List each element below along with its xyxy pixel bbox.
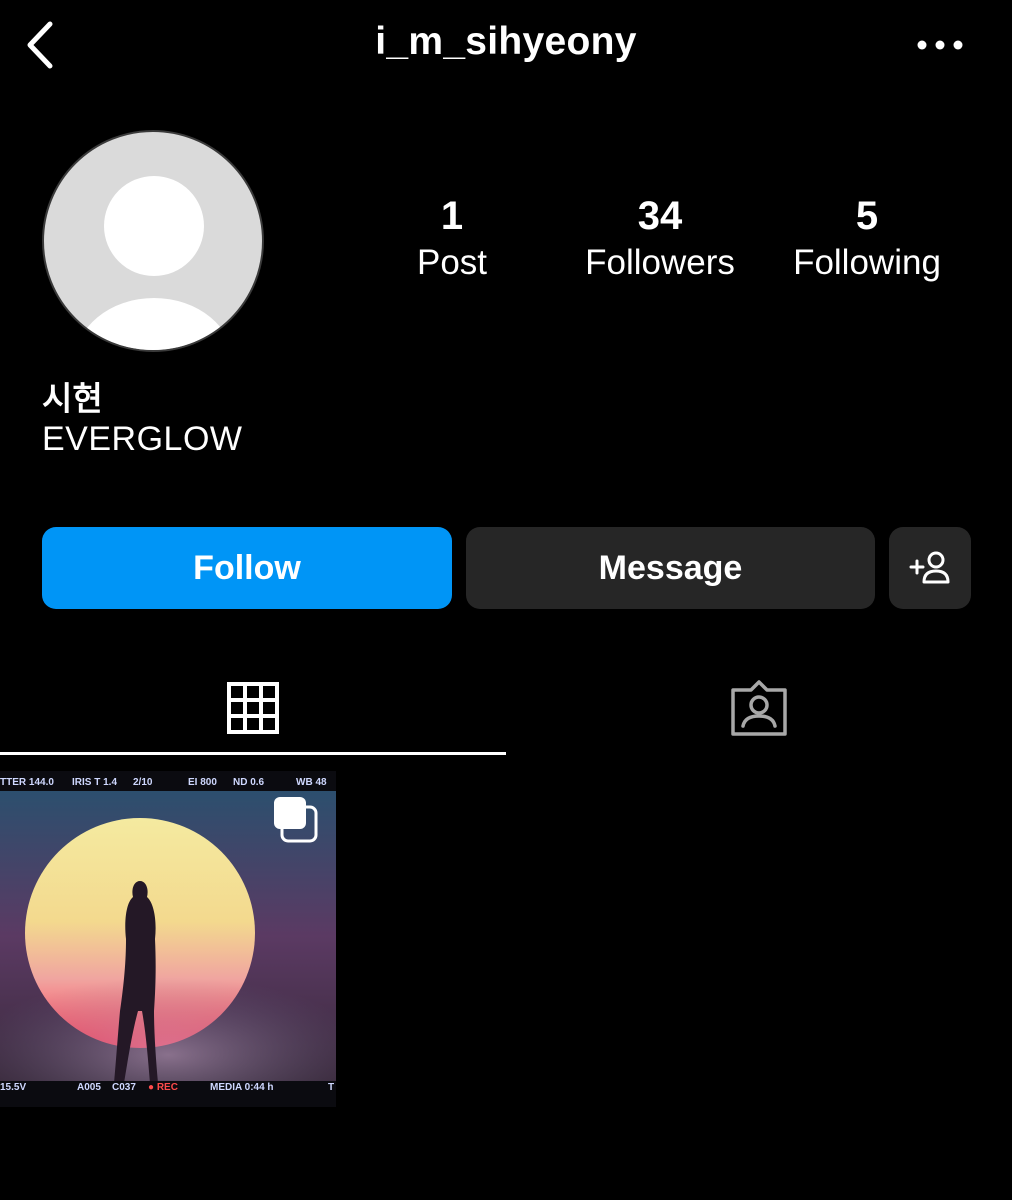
profile-username: i_m_sihyeony bbox=[375, 20, 637, 63]
tab-posts-grid[interactable] bbox=[0, 660, 506, 755]
profile-tabs bbox=[0, 660, 1012, 755]
more-horizontal-icon[interactable] bbox=[912, 30, 968, 60]
message-button[interactable]: Message bbox=[466, 527, 875, 609]
overlay-rec: ● REC bbox=[148, 1082, 178, 1093]
stat-posts-label: Post bbox=[416, 243, 488, 282]
overlay-voltage: 15.5V bbox=[0, 1082, 26, 1093]
top-bar: i_m_sihyeony bbox=[0, 0, 1012, 92]
overlay-wb: WB 48 bbox=[296, 777, 327, 788]
message-button-label: Message bbox=[598, 548, 743, 587]
grid-icon bbox=[227, 681, 279, 734]
overlay-t: T bbox=[328, 1082, 334, 1093]
stat-following-count: 5 bbox=[855, 194, 879, 238]
overlay-nd: ND 0.6 bbox=[233, 777, 265, 788]
stat-posts-count: 1 bbox=[440, 194, 464, 238]
default-avatar-icon bbox=[75, 176, 233, 350]
overlay-shutter: TTER 144.0 bbox=[0, 777, 54, 788]
tab-tagged[interactable] bbox=[506, 660, 1012, 755]
profile-bio: EVERGLOW bbox=[42, 420, 243, 458]
post-image: TTER 144.0 IRIS T 1.4 2/10 EI 800 ND 0.6… bbox=[0, 771, 336, 1107]
stat-followers-count: 34 bbox=[637, 194, 683, 238]
add-user-button[interactable] bbox=[889, 527, 971, 609]
stat-followers-label: Followers bbox=[585, 243, 735, 282]
overlay-media: MEDIA 0:44 h bbox=[210, 1082, 274, 1093]
profile-full-name: 시현 bbox=[42, 379, 103, 418]
post-thumbnail[interactable]: TTER 144.0 IRIS T 1.4 2/10 EI 800 ND 0.6… bbox=[0, 771, 336, 1107]
tagged-icon bbox=[731, 679, 787, 736]
stat-followers[interactable]: 34 Followers bbox=[550, 192, 770, 286]
overlay-reel: A005 bbox=[77, 1082, 101, 1093]
stat-posts[interactable]: 1 Post bbox=[342, 192, 562, 286]
overlay-iris: IRIS T 1.4 bbox=[72, 777, 117, 788]
active-tab-indicator bbox=[0, 752, 506, 755]
stat-following-label: Following bbox=[793, 243, 941, 282]
stat-following[interactable]: 5 Following bbox=[757, 192, 977, 286]
avatar[interactable] bbox=[42, 130, 264, 352]
overlay-clip: C037 bbox=[112, 1082, 136, 1093]
overlay-ei: EI 800 bbox=[188, 777, 217, 788]
follow-button[interactable]: Follow bbox=[42, 527, 452, 609]
add-user-icon bbox=[909, 551, 950, 584]
follow-button-label: Follow bbox=[193, 548, 301, 587]
overlay-frame: 2/10 bbox=[133, 777, 153, 788]
